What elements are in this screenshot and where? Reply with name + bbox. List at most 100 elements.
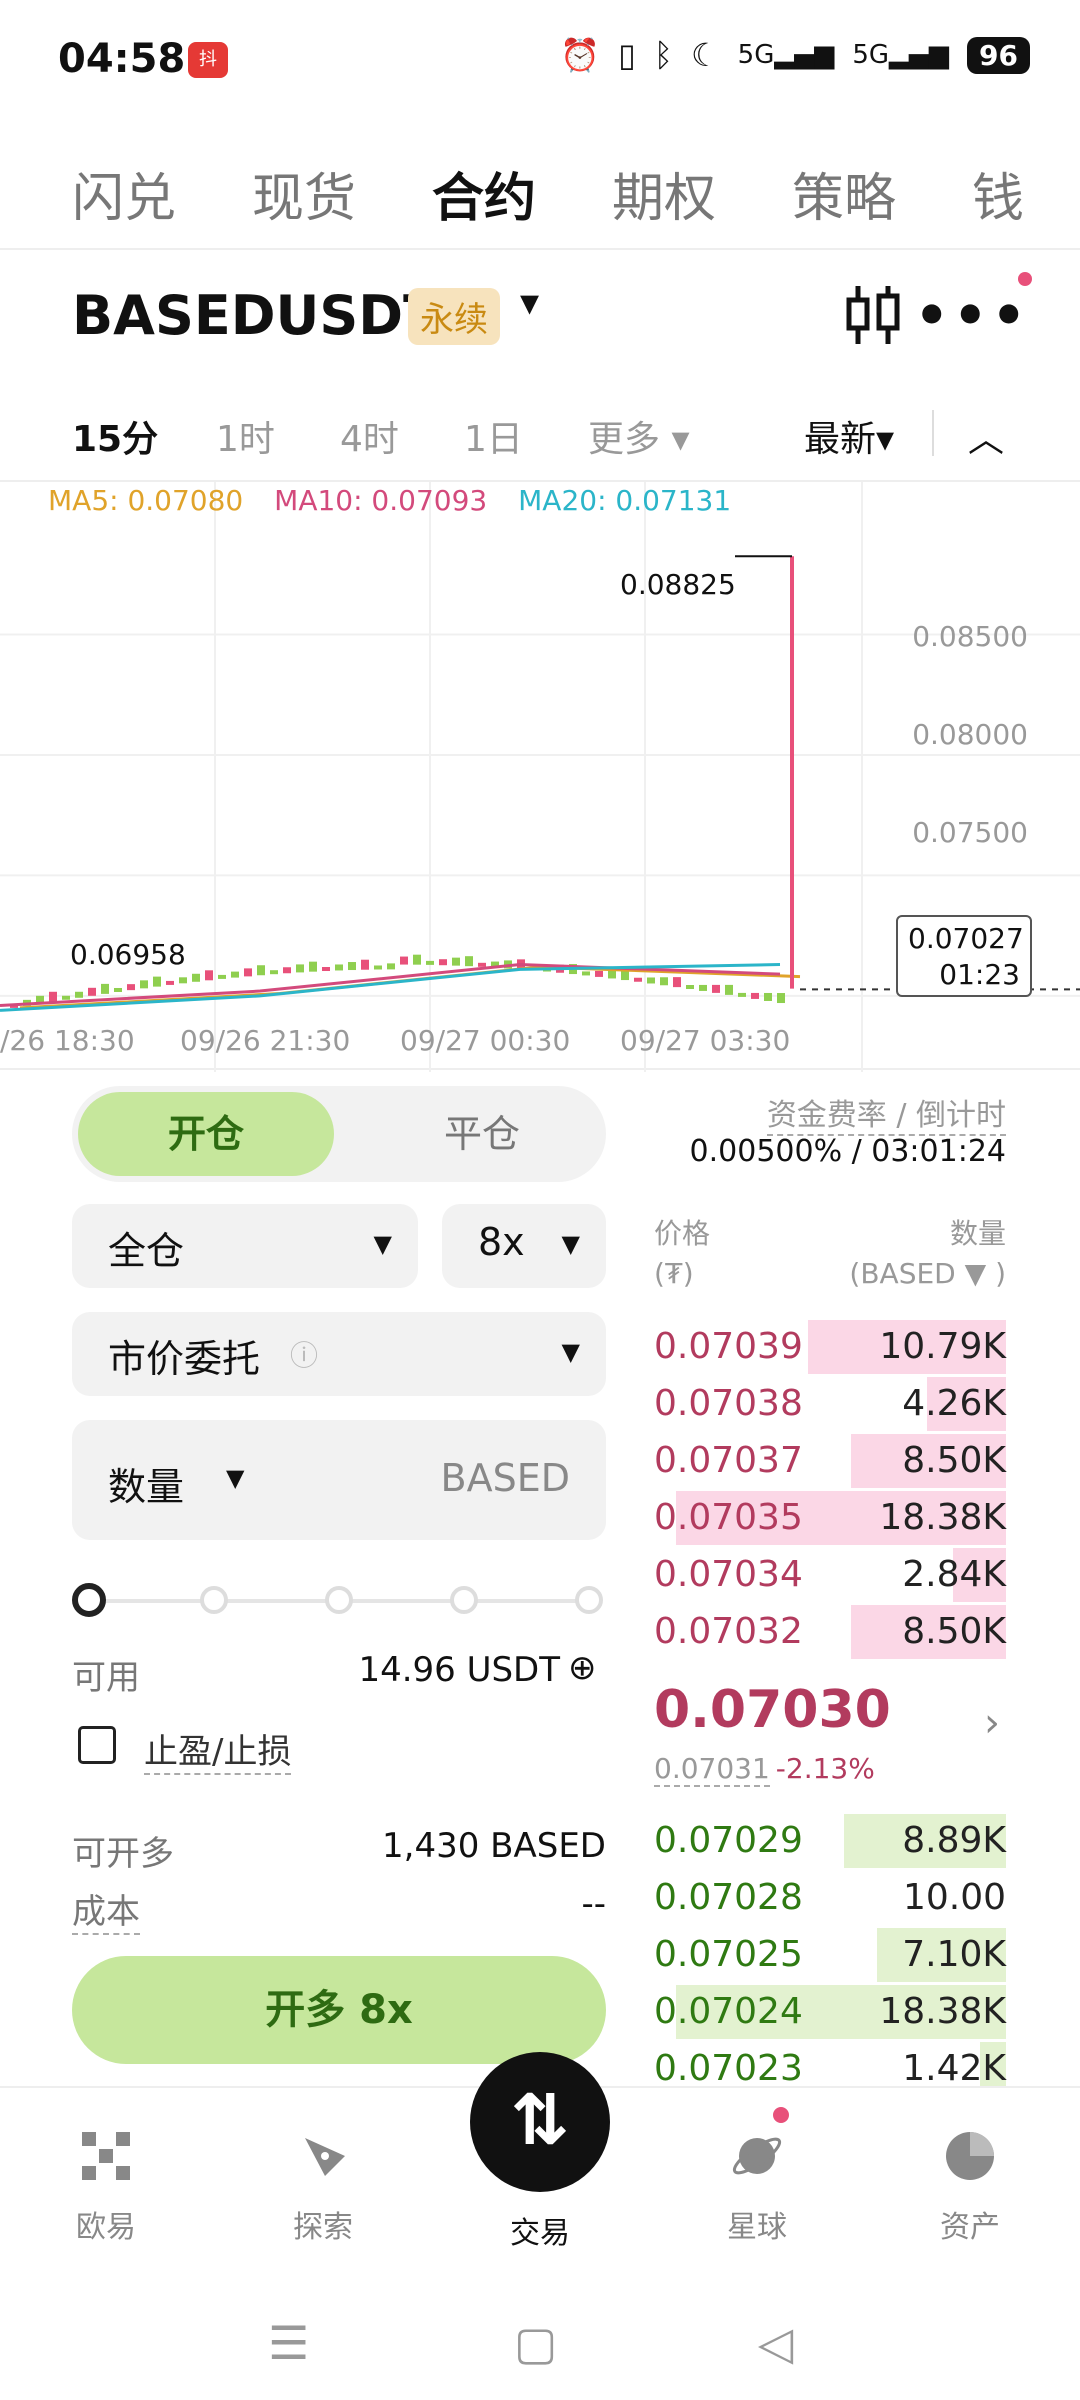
- candle: [660, 977, 668, 986]
- candle: [699, 984, 707, 991]
- slider-step[interactable]: [575, 1586, 603, 1614]
- bid-price: 0.07024: [654, 1991, 803, 2032]
- bid-row[interactable]: 0.07024 18.38K: [652, 1983, 1006, 2039]
- nav-okx[interactable]: 欧易: [36, 2088, 176, 2246]
- ask-row[interactable]: 0.07032 8.50K: [652, 1603, 1006, 1659]
- funding-rate-label[interactable]: 资金费率 / 倒计时: [766, 1090, 1006, 1136]
- quantity-input[interactable]: 数量 ▼ BASED: [72, 1420, 606, 1540]
- trade-swap-icon[interactable]: ⇅: [470, 2052, 610, 2192]
- status-icons: ⏰ ▯ ᛒ ☾ 5G▂▄▆ 5G▂▄▆ 96: [560, 36, 1030, 74]
- tab-more[interactable]: 钱: [972, 156, 1024, 231]
- timeframe-more[interactable]: 更多 ▾: [588, 410, 690, 462]
- home-icon[interactable]: ▢: [514, 2316, 557, 2370]
- pie-chart-icon: [946, 2132, 994, 2180]
- ask-qty: 8.50K: [902, 1440, 1006, 1481]
- close-position-tab[interactable]: 平仓: [372, 1092, 592, 1176]
- candle: [764, 992, 772, 1001]
- candle: [725, 984, 733, 995]
- tpsl-label[interactable]: 止盈/止损: [144, 1724, 292, 1775]
- open-long-button[interactable]: 开多 8x: [72, 1956, 606, 2064]
- candle: [205, 970, 213, 981]
- available-value: 14.96 USDT: [358, 1650, 560, 1690]
- candle: [140, 980, 148, 989]
- collapse-chart-icon[interactable]: ︿: [968, 410, 1004, 462]
- divider: [932, 410, 934, 456]
- margin-mode-select[interactable]: 全仓 ▼: [72, 1204, 418, 1288]
- candle: [192, 973, 200, 982]
- latest-dropdown[interactable]: 最新▾: [804, 410, 894, 462]
- open-position-tab[interactable]: 开仓: [78, 1092, 334, 1176]
- candle: [673, 977, 681, 988]
- info-icon[interactable]: ⓘ: [290, 1334, 318, 1374]
- orderbook-qty-header[interactable]: 数量 (BASED ▼ ): [849, 1214, 1006, 1294]
- tab-spot[interactable]: 现货: [252, 156, 356, 231]
- mark-price: 0.07031: [654, 1752, 770, 1787]
- ask-price: 0.07032: [654, 1611, 803, 1652]
- candle: [153, 976, 161, 987]
- candle: [75, 991, 83, 998]
- chevron-down-icon[interactable]: ▼: [226, 1464, 244, 1492]
- menu-icon[interactable]: ☰: [268, 2316, 309, 2370]
- nav-planet[interactable]: 星球: [687, 2088, 827, 2246]
- ma5-label: MA5: 0.07080: [48, 484, 244, 517]
- timeframe-1d[interactable]: 1日: [464, 410, 523, 462]
- candle: [88, 987, 96, 996]
- back-icon[interactable]: ◁: [758, 2316, 793, 2370]
- candle: [309, 961, 317, 972]
- timeframe-1h[interactable]: 1时: [216, 410, 275, 462]
- ask-row[interactable]: 0.07038 4.26K: [652, 1375, 1006, 1431]
- timeframe-4h[interactable]: 4时: [340, 410, 399, 462]
- slider-step[interactable]: [325, 1586, 353, 1614]
- slider-step[interactable]: [450, 1586, 478, 1614]
- bid-qty: 10.00: [902, 1877, 1006, 1918]
- chevron-down-icon: ▼: [373, 1230, 392, 1258]
- candle: [582, 971, 590, 976]
- tpsl-checkbox[interactable]: [78, 1726, 116, 1764]
- candle: [101, 983, 109, 994]
- slider-step[interactable]: [200, 1586, 228, 1614]
- perpetual-badge: 永续: [408, 288, 500, 345]
- x-axis-tick: 09/26 21:30: [180, 1024, 351, 1057]
- bid-row[interactable]: 0.07029 8.89K: [652, 1812, 1006, 1868]
- ask-row[interactable]: 0.07039 10.79K: [652, 1318, 1006, 1374]
- slider-handle[interactable]: [72, 1583, 106, 1617]
- candle: [751, 992, 759, 999]
- ask-row[interactable]: 0.07037 8.50K: [652, 1432, 1006, 1488]
- bid-qty: 8.89K: [902, 1820, 1006, 1861]
- bid-price: 0.07028: [654, 1877, 803, 1918]
- tab-strategy[interactable]: 策略: [792, 156, 896, 231]
- nav-label: 交易: [510, 2216, 570, 2251]
- candle: [647, 977, 655, 984]
- nav-label: 欧易: [76, 2210, 136, 2245]
- nav-assets[interactable]: 资产: [900, 2088, 1040, 2246]
- tab-options[interactable]: 期权: [612, 156, 716, 231]
- candle: [465, 956, 473, 967]
- order-type-select[interactable]: 市价委托 ⓘ ▼: [72, 1312, 606, 1396]
- chevron-right-icon[interactable]: ›: [984, 1700, 1000, 1746]
- leverage-select[interactable]: 8x ▼: [442, 1204, 606, 1288]
- tab-flash-swap[interactable]: 闪兑: [72, 156, 176, 231]
- x-axis-tick: /26 18:30: [0, 1024, 135, 1057]
- candle: [777, 993, 785, 1004]
- bid-row[interactable]: 0.07025 7.10K: [652, 1926, 1006, 1982]
- pair-dropdown-icon[interactable]: ▾: [520, 280, 539, 324]
- timeframe-15m[interactable]: 15分: [72, 410, 158, 462]
- nav-explore[interactable]: 探索: [253, 2088, 393, 2246]
- pair-name[interactable]: BASEDUSDT: [72, 284, 440, 347]
- bluetooth-icon: ᛒ: [653, 36, 673, 74]
- candle: [426, 960, 434, 965]
- ask-row[interactable]: 0.07035 18.38K: [652, 1489, 1006, 1545]
- ask-row[interactable]: 0.07034 2.84K: [652, 1546, 1006, 1602]
- transfer-add-icon[interactable]: ⊕: [568, 1648, 597, 1688]
- tab-futures[interactable]: 合约: [432, 156, 536, 231]
- ask-qty: 8.50K: [902, 1611, 1006, 1652]
- bid-qty: 7.10K: [902, 1934, 1006, 1975]
- bid-row[interactable]: 0.07028 10.00: [652, 1869, 1006, 1925]
- pair-header: BASEDUSDT 永续 ▾ •••: [72, 272, 1032, 350]
- y-axis-tick: 0.07500: [912, 816, 1028, 849]
- candle: [335, 964, 343, 971]
- more-icon[interactable]: •••: [914, 284, 1030, 347]
- nav-label: 资产: [940, 2210, 1000, 2245]
- candlestick-icon[interactable]: [844, 280, 904, 350]
- chevron-down-icon: ▼: [561, 1230, 580, 1258]
